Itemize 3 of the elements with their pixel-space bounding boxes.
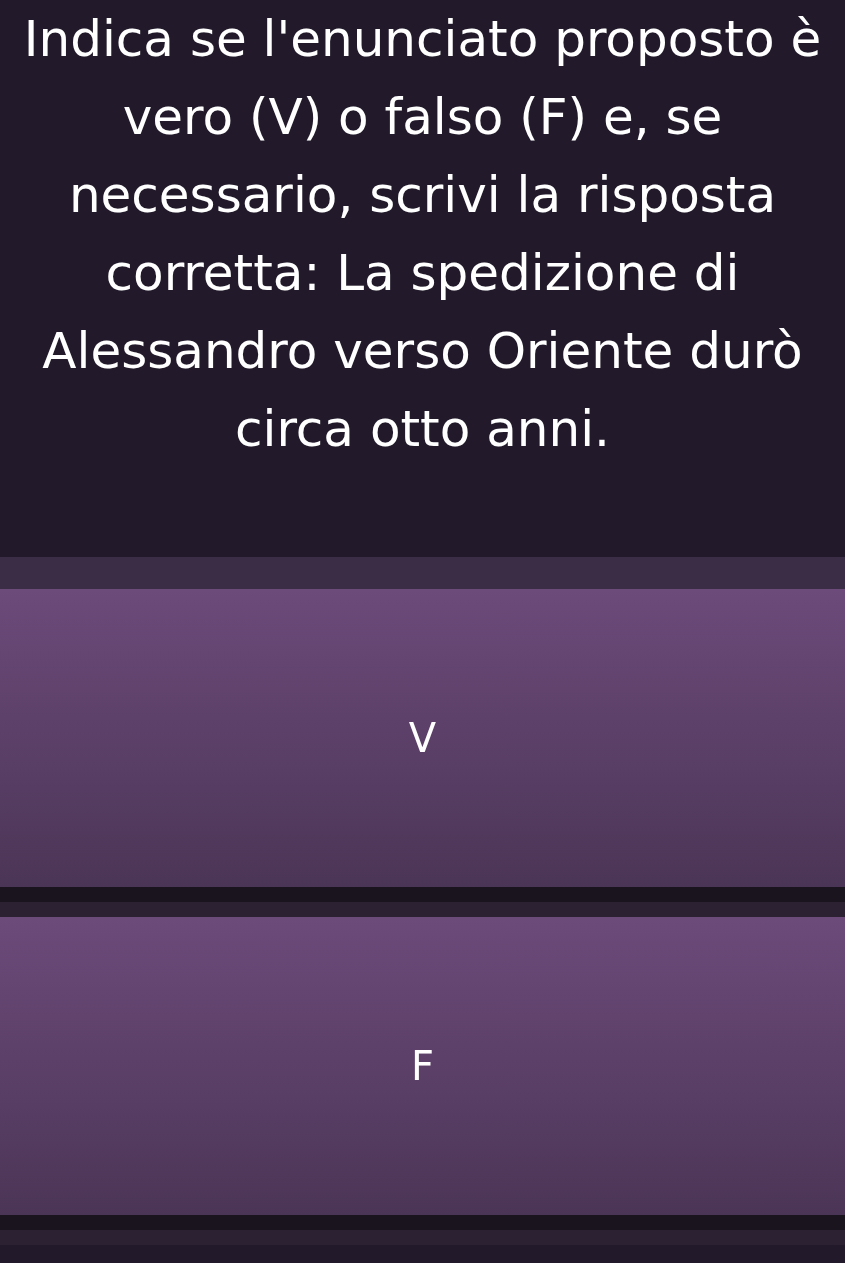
answer-option[interactable]: F <box>0 917 845 1215</box>
question-text: Indica se l'enunciato proposto è vero (V) o falso (F) e, se necessario, scrivi la risposta corretta: La spedizione di Alessandro verso Oriente durò circa otto anni. <box>22 9 823 460</box>
answer-option[interactable]: V <box>0 589 845 887</box>
